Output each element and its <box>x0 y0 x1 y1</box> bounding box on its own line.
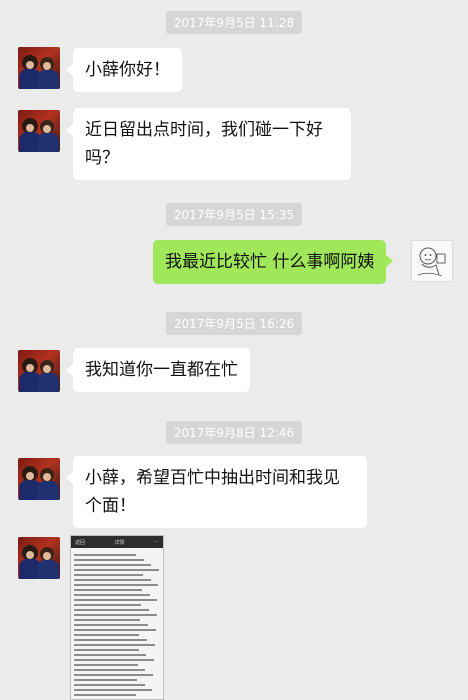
contact-avatar[interactable] <box>18 350 60 392</box>
document-text-line <box>74 574 143 576</box>
message-bubble-incoming[interactable]: 小薛，希望百忙中抽出时间和我见 个面！ <box>66 456 367 528</box>
message-bubble-incoming[interactable]: 我知道你一直都在忙 <box>66 348 250 392</box>
document-text-line <box>74 589 142 591</box>
document-title-label: 详情 <box>114 539 125 546</box>
message-text: 小薛你好！ <box>85 60 170 80</box>
message-text: 我知道你一直都在忙 <box>85 360 238 380</box>
contact-avatar[interactable] <box>18 47 60 89</box>
document-text-line <box>74 599 158 601</box>
document-text-line <box>74 659 154 661</box>
document-text-line <box>74 619 141 621</box>
document-text-line <box>74 649 139 651</box>
document-text-line <box>74 689 153 691</box>
document-text-line <box>74 584 159 586</box>
cartoon-sketch-icon <box>417 247 446 277</box>
document-text-line <box>74 594 150 596</box>
document-text-line <box>74 604 142 606</box>
contact-avatar[interactable] <box>18 458 60 500</box>
document-text-line <box>74 614 157 616</box>
message-text-line: 近日留出点时间，我们碰一下好 <box>85 120 323 140</box>
timestamp: 2017年9月5日 16:26 <box>165 312 303 335</box>
document-text-line <box>74 559 144 561</box>
document-more-icon: ··· <box>154 539 159 545</box>
document-image-message[interactable]: 返回 详情 ··· <box>70 535 164 700</box>
message-bubble-incoming[interactable]: 近日留出点时间，我们碰一下好 吗？ <box>66 108 351 180</box>
document-text-line <box>74 624 148 626</box>
document-text-line <box>74 644 155 646</box>
document-text-line <box>74 629 156 631</box>
contact-avatar[interactable] <box>18 110 60 152</box>
document-back-label: 返回 <box>75 539 86 546</box>
document-text-line <box>74 669 146 671</box>
message-text-line: 小薛，希望百忙中抽出时间和我见 <box>85 468 340 488</box>
document-text-line <box>74 679 137 681</box>
timestamp: 2017年9月8日 12:46 <box>165 421 303 444</box>
my-avatar[interactable] <box>411 240 453 282</box>
document-text-line <box>74 639 148 641</box>
document-text-line <box>74 634 140 636</box>
document-text-lines <box>71 548 163 699</box>
document-text-line <box>74 609 149 611</box>
document-text-line <box>74 664 138 666</box>
document-text-line <box>74 694 136 696</box>
timestamp: 2017年9月5日 15:35 <box>165 203 303 226</box>
document-text-line <box>74 684 145 686</box>
document-text-line <box>74 564 152 566</box>
message-bubble-outgoing[interactable]: 我最近比较忙 什么事啊阿姨 <box>153 240 394 284</box>
document-text-line <box>74 579 151 581</box>
document-text-line <box>74 674 154 676</box>
contact-avatar[interactable] <box>18 537 60 579</box>
timestamp: 2017年9月5日 11:28 <box>165 11 303 34</box>
message-text-line: 个面！ <box>85 496 136 516</box>
document-image-header: 返回 详情 ··· <box>71 536 163 548</box>
document-text-line <box>74 569 160 571</box>
message-bubble-incoming[interactable]: 小薛你好！ <box>66 48 182 92</box>
message-text: 我最近比较忙 什么事啊阿姨 <box>165 252 375 272</box>
message-text-line: 吗？ <box>85 148 119 168</box>
document-text-line <box>74 554 136 556</box>
document-text-line <box>74 654 147 656</box>
